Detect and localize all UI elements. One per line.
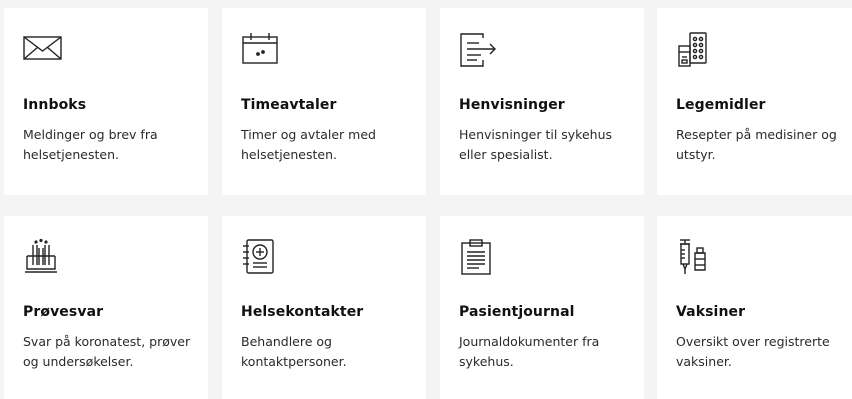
card-title: Innboks xyxy=(23,97,87,113)
clipboard-journal-icon xyxy=(459,239,499,275)
card-title: Timeavtaler xyxy=(241,97,337,113)
pill-box-icon xyxy=(676,32,716,68)
card-title: Pasientjournal xyxy=(459,304,575,320)
card-description: Meldinger og brev fra helsetjenesten. xyxy=(23,127,158,162)
card-title: Helsekontakter xyxy=(241,304,364,320)
card-provesvar[interactable]: Prøvesvar Svar på koronatest, prøver og … xyxy=(4,216,208,399)
referral-document-icon xyxy=(459,32,499,68)
envelope-icon xyxy=(23,32,63,68)
card-description: Journaldokumenter fra sykehus. xyxy=(459,334,600,369)
service-grid: Innboks Meldinger og brev fra helsetjene… xyxy=(0,0,852,399)
card-innboks[interactable]: Innboks Meldinger og brev fra helsetjene… xyxy=(4,8,208,195)
card-title: Henvisninger xyxy=(459,97,565,113)
card-description: Svar på koronatest, prøver og undersøkel… xyxy=(23,334,191,369)
card-description: Behandlere og kontaktpersoner. xyxy=(241,334,347,369)
card-description: Resepter på medisiner og utstyr. xyxy=(676,127,837,162)
contact-book-icon xyxy=(241,239,281,275)
card-description: Timer og avtaler med helsetjenesten. xyxy=(241,127,376,162)
card-legemidler[interactable]: Legemidler Resepter på medisiner og utst… xyxy=(657,8,852,195)
card-pasientjournal[interactable]: Pasientjournal Journaldokumenter fra syk… xyxy=(440,216,644,399)
card-title: Legemidler xyxy=(676,97,766,113)
card-description: Oversikt over registrerte vaksiner. xyxy=(676,334,830,369)
card-timeavtaler[interactable]: Timeavtaler Timer og avtaler med helsetj… xyxy=(222,8,426,195)
calendar-icon xyxy=(241,32,281,68)
card-henvisninger[interactable]: Henvisninger Henvisninger til sykehus el… xyxy=(440,8,644,195)
card-title: Prøvesvar xyxy=(23,304,104,320)
card-title: Vaksiner xyxy=(676,304,746,320)
test-tubes-icon xyxy=(23,238,63,275)
card-helsekontakter[interactable]: Helsekontakter Behandlere og kontaktpers… xyxy=(222,216,426,399)
card-description: Henvisninger til sykehus eller spesialis… xyxy=(459,127,613,162)
card-vaksiner[interactable]: Vaksiner Oversikt over registrerte vaksi… xyxy=(657,216,852,399)
syringe-vial-icon xyxy=(676,239,716,275)
